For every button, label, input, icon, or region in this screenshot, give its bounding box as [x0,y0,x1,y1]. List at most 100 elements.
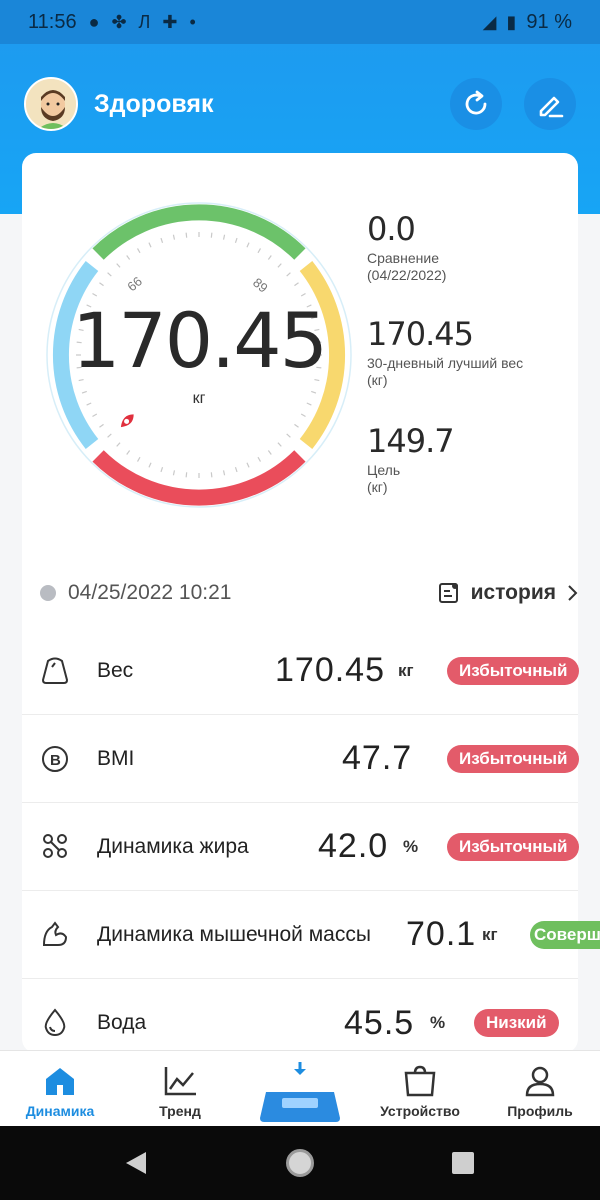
gauge-tick [99,423,104,428]
back-icon[interactable] [124,1150,148,1176]
gauge-tick [99,282,104,287]
gauge-tick-left: 66 [124,274,145,295]
gauge-tick [277,263,282,268]
current-weight-value: 170.45 [72,296,328,385]
gauge-tick [126,255,131,260]
comparison-stat: 0.0 Сравнение (04/22/2022) [367,210,446,284]
gauge-tick [246,462,250,468]
status-time: 11:56 [28,10,77,33]
metric-value: 70.1 [406,915,477,953]
metric-value: 42.0 [318,827,389,865]
metric-label: Вес [97,658,134,682]
fat-icon [43,834,67,858]
gauge-tick [294,423,299,428]
gauge-tick [234,467,238,473]
gauge-tick [136,456,141,462]
metric-value: 47.7 [342,739,413,777]
tab-trend[interactable]: Тренд [120,1051,240,1127]
tab-dynamics[interactable]: Динамика [0,1051,120,1127]
weight-icon [41,657,69,684]
history-list-icon [438,583,458,603]
gauge-pointer-icon [120,414,134,428]
best-weight-unit: (кг) [367,372,388,388]
scale-measure-button[interactable] [258,1058,342,1124]
metric-row-bmi[interactable]: B BMI 47.7 Избыточный [22,715,580,803]
metric-row-fat[interactable]: Динамика жира 42.0 % Избыточный [22,803,580,891]
status-badge: Соверш [530,920,600,949]
metric-label: Динамика жира [97,834,249,858]
gauge-tick [300,413,306,418]
svg-text:B: B [50,752,61,769]
goal-unit: (кг) [367,479,388,495]
metric-row-muscle[interactable]: Динамика мышечной массы 70.1 кг Соверш [22,891,600,979]
sync-button[interactable] [450,78,502,130]
gauge-tick [116,263,121,268]
chevron-right-icon [568,585,578,601]
gauge-tick [257,248,262,254]
gauge-tick [234,237,238,243]
header: Здоровяк [0,44,600,164]
metric-unit: % [403,836,419,856]
status-badge: Низкий [474,1009,559,1037]
status-badge: Избыточный [447,744,580,773]
pencil-icon [539,96,564,118]
gauge-tick [277,442,282,447]
goal-label: Цель [367,462,401,478]
water-drop-icon [44,1008,66,1037]
gauge-tick [222,234,226,240]
gauge-tick [107,433,112,438]
gauge-tick [222,470,226,476]
best-weight-stat: 170.45 30-дневный лучший вес (кг) [367,315,523,389]
gauge-tick [257,456,262,462]
edit-button[interactable] [524,78,576,130]
gauge-tick-right: 89 [250,275,271,296]
status-bar: 11:56 ● ✤ Л ✚ • ◢ ▮ 91 % [0,0,600,44]
metric-unit: кг [398,660,414,680]
gauge-tick [246,242,250,248]
measurement-meta: 04/25/2022 10:21 история [40,578,580,608]
history-label: история [470,581,556,604]
gauge-tick [160,467,164,473]
gauge-tick [210,232,213,238]
tab-device[interactable]: Устройство [360,1051,480,1127]
clock-icon [40,585,56,601]
metric-row-weight[interactable]: Вес 170.45 кг Избыточный [22,627,580,715]
gauge-tick [185,232,188,238]
tab-profile[interactable]: Профиль [480,1051,600,1127]
avatar[interactable] [24,77,78,131]
metric-value: 45.5 [344,1003,415,1042]
gauge-tick [294,282,299,287]
signal-icon: ◢ [482,11,497,32]
device-bag-icon [404,1065,436,1097]
gauge-tick [286,272,291,277]
measurement-datetime: 04/25/2022 10:21 [68,581,232,604]
comparison-value: 0.0 [367,210,416,248]
history-button[interactable]: история [437,581,580,605]
home-button[interactable] [286,1149,314,1177]
gauge-tick [172,470,176,476]
tab-label: Тренд [159,1103,201,1119]
gauge-tick [116,442,121,447]
gauge-tick [126,450,131,455]
gauge-tick [267,450,272,455]
gauge-tick [185,472,188,478]
gauge-tick [148,242,152,248]
dot-icon: • [189,11,196,32]
gauge-tick [210,472,213,478]
gauge-tick [160,237,164,243]
goal-stat: 149.7 Цель (кг) [367,422,455,496]
recents-button[interactable] [452,1152,474,1174]
status-badge: Избыточный [447,832,580,861]
comparison-label: Сравнение [367,250,439,266]
battery-icon: ▮ [506,11,517,32]
muscle-icon [42,921,68,946]
status-badge: Избыточный [447,656,580,685]
current-weight-unit: кг [192,390,206,407]
battery-level: 91 % [526,10,572,33]
best-weight-label: 30-дневный лучший вес [367,355,524,371]
add-person-icon: ✚ [162,11,178,32]
metric-label: Вода [97,1011,147,1034]
tab-label: Профиль [507,1103,573,1119]
profile-icon [525,1066,555,1097]
gauge-tick [136,248,141,254]
